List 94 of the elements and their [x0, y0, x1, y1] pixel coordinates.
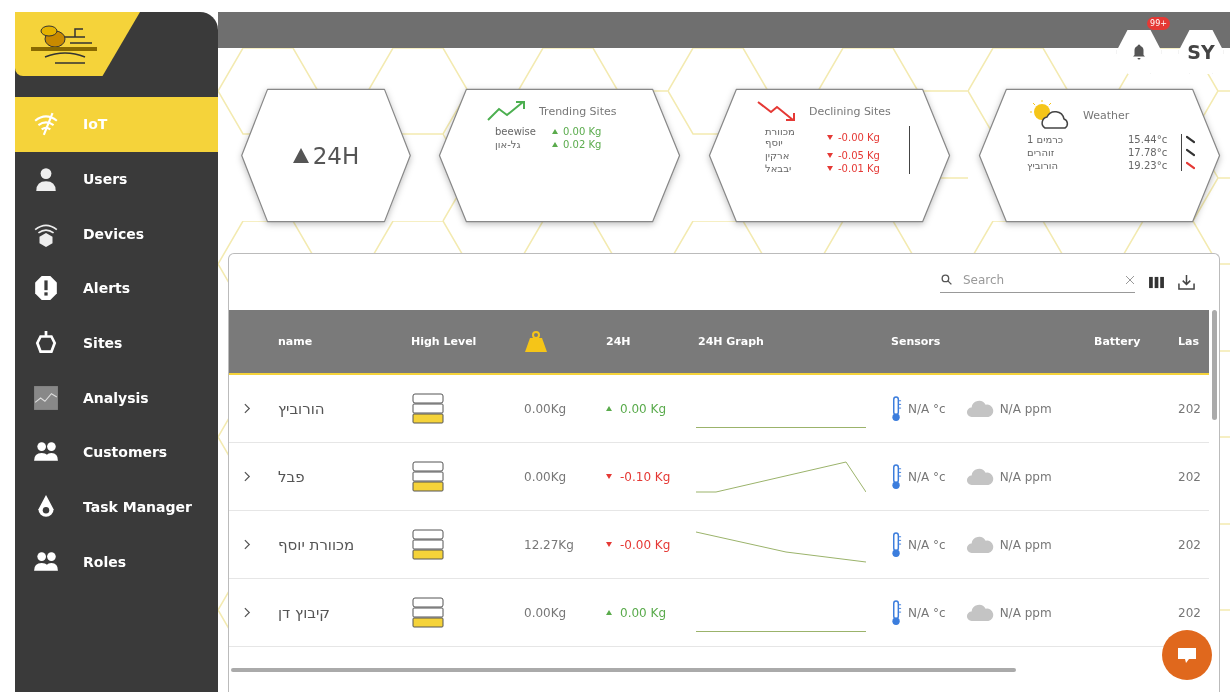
hive-level-icon: [411, 596, 445, 629]
co2-reading: N/A ppm: [999, 469, 1052, 484]
period-label: 24H: [312, 142, 360, 169]
weight-change: -0.01 Kg: [838, 163, 880, 174]
cloud-icon: [965, 535, 994, 554]
site-name: פבל: [278, 467, 306, 486]
sidebar-item[interactable]: Alerts: [15, 261, 218, 316]
clear-icon[interactable]: [1125, 274, 1135, 285]
cloud-icon: [965, 399, 994, 418]
triangle-down-icon: [827, 166, 833, 171]
temperature: 15.44°c: [1128, 134, 1169, 145]
chart-icon: [31, 384, 61, 411]
thermometer-icon: [891, 463, 902, 490]
site-name: מכוורת יוסף: [278, 535, 356, 554]
columns-icon[interactable]: [1149, 275, 1164, 289]
column-header[interactable]: name: [278, 335, 411, 348]
chevron-right-icon[interactable]: [244, 607, 251, 618]
table-cell-text: 12.27Kg: [524, 537, 575, 552]
weight-change: 0.00 Kg: [620, 605, 667, 620]
weight-change: -0.00 Kg: [620, 537, 671, 552]
weight-change: -0.00 Kg: [838, 131, 880, 143]
triangle-down-icon: [827, 134, 833, 140]
thermometer-icon: [891, 599, 902, 626]
site-name: יבבאל: [765, 163, 793, 174]
weight-change: 0.02 Kg: [563, 139, 602, 150]
sun-cloud-icon: [1027, 100, 1071, 130]
bell-icon: [1130, 43, 1148, 61]
cloud-icon: [965, 603, 994, 622]
chevron-right-icon[interactable]: [244, 539, 251, 550]
column-header[interactable]: Battery: [1094, 335, 1178, 348]
sidebar-item[interactable]: Sites: [15, 315, 218, 371]
chevron-right-icon[interactable]: [244, 471, 251, 482]
column-header[interactable]: 24H: [606, 335, 698, 348]
table-cell-text: 202: [1178, 605, 1202, 620]
trend-up-icon: [487, 100, 527, 122]
hive-level-icon: [411, 392, 445, 425]
card-title: Declining Sites: [809, 104, 891, 118]
co2-reading: N/A ppm: [999, 537, 1052, 552]
temperature: 19.23°c: [1128, 160, 1169, 171]
weight-change: -0.05 Kg: [838, 150, 880, 161]
triangle-up-icon: [552, 142, 558, 147]
column-header[interactable]: Las: [1178, 335, 1219, 348]
column-header[interactable]: Sensors: [891, 335, 1094, 348]
download-icon[interactable]: [1178, 273, 1195, 291]
site-name: כרמים 1: [1027, 134, 1065, 145]
triangle-down-icon: [827, 153, 833, 158]
horizontal-scrollbar[interactable]: [231, 668, 1016, 672]
site-name: הורוביץ: [278, 399, 326, 418]
site-name: beewise: [495, 126, 536, 137]
trend-down-icon: [757, 100, 797, 122]
temperature: 17.78°c: [1128, 147, 1169, 158]
search-icon: [940, 273, 953, 286]
weight-change: 0.00 Kg: [563, 126, 602, 137]
temperature-reading: N/A °c: [908, 605, 946, 620]
cloud-icon: [965, 467, 994, 486]
thermometer-icon: [891, 531, 902, 558]
table-cell-text: 0.00Kg: [524, 401, 568, 416]
sidebar-item[interactable]: Users: [15, 151, 218, 207]
weight-change: 0.00 Kg: [620, 401, 667, 416]
site-name: ארקין: [765, 150, 791, 161]
weight-change: -0.10 Kg: [620, 469, 671, 484]
hive-level-icon: [411, 528, 445, 561]
site-name: קיבוץ דן: [278, 603, 331, 622]
sidebar-item[interactable]: Customers: [15, 425, 218, 480]
thermometer-icon: [891, 395, 902, 422]
card-title: Trending Sites: [539, 104, 617, 118]
table-cell-text: 202: [1178, 469, 1202, 484]
column-header[interactable]: 24H Graph: [698, 335, 891, 348]
temperature-reading: N/A °c: [908, 469, 946, 484]
card-title: Weather: [1083, 108, 1130, 122]
table-cell-text: 202: [1178, 401, 1202, 416]
sidebar-item[interactable]: Task Manager: [15, 479, 218, 535]
chat-icon: [1177, 646, 1197, 664]
table-cell-text: 0.00Kg: [524, 605, 568, 620]
chevron-right-icon[interactable]: [244, 403, 251, 414]
sidebar-item[interactable]: Analysis: [15, 370, 218, 426]
site-name: הורוביץ: [1027, 160, 1060, 171]
triangle-up-icon: [292, 148, 309, 163]
sidebar-item[interactable]: Roles: [15, 534, 218, 590]
temperature-reading: N/A °c: [908, 537, 946, 552]
site-name: גל-און: [495, 139, 522, 150]
temperature-reading: N/A °c: [908, 401, 946, 416]
vertical-scrollbar[interactable]: [1212, 310, 1217, 420]
weight-icon: [524, 330, 548, 353]
site-name: מכוורת יוסף: [765, 126, 796, 148]
triangle-up-icon: [552, 129, 558, 134]
site-name: זוהרים: [1027, 147, 1056, 158]
sidebar-item[interactable]: Devices: [15, 206, 218, 262]
hive-level-icon: [411, 460, 445, 493]
table-cell-text: 202: [1178, 537, 1202, 552]
table-cell-text: 0.00Kg: [524, 469, 568, 484]
column-header[interactable]: High Level: [411, 335, 524, 348]
co2-reading: N/A ppm: [999, 605, 1052, 620]
co2-reading: N/A ppm: [999, 401, 1052, 416]
